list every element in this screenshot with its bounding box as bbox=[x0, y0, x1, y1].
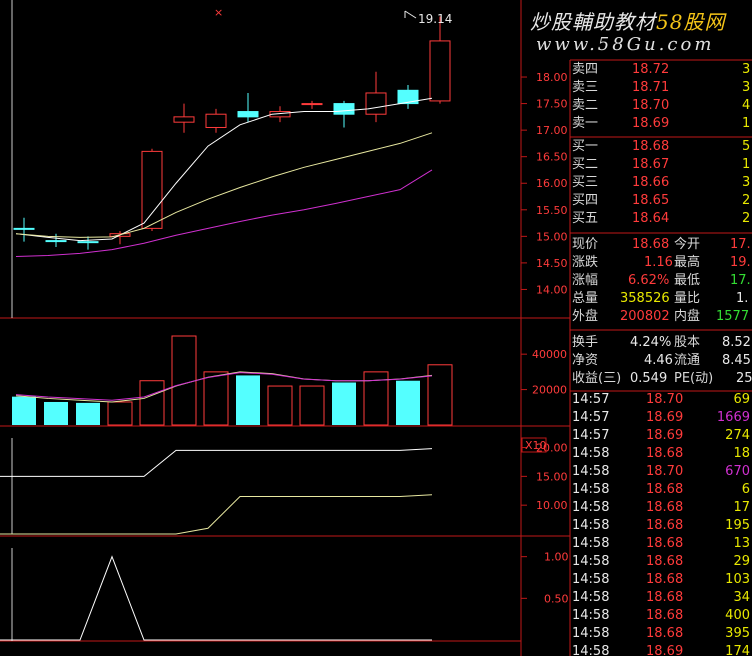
tick-row[interactable]: 14:57 18.69 1669 bbox=[570, 409, 752, 427]
tick-row[interactable]: 14:58 18.68 18 bbox=[570, 445, 752, 463]
volume-bar bbox=[12, 396, 36, 425]
volume-tick-label: 40000 bbox=[532, 348, 567, 361]
volume-bar bbox=[44, 401, 68, 425]
asks-row[interactable]: 卖二 18.70 4 bbox=[570, 97, 752, 115]
indicator2-tick-label: 1.00 bbox=[544, 551, 569, 564]
volume-bar bbox=[267, 385, 293, 426]
indicator2-tick-label: 0.50 bbox=[544, 592, 569, 605]
indicator2-axis: 1.00 0.50 bbox=[521, 551, 569, 605]
price-tick-label: 17.00 bbox=[536, 124, 568, 137]
indicator2-line bbox=[0, 555, 432, 641]
tick-row[interactable]: 14:58 18.68 400 bbox=[570, 607, 752, 625]
tick-row[interactable]: 14:58 18.68 13 bbox=[570, 535, 752, 553]
volume-bar bbox=[299, 385, 325, 426]
volume-bar bbox=[396, 380, 420, 425]
candle bbox=[77, 236, 99, 250]
quote-panel: 现价 18.68 今开 17. 涨跌 1.16 最高 19. 涨幅 6.62% 最低 17. 总量… bbox=[572, 237, 751, 324]
indicator1-line-a bbox=[0, 448, 433, 477]
indicator1-tick-label: 10.00 bbox=[536, 499, 568, 512]
bids-row[interactable]: 买五 18.64 2 bbox=[570, 210, 752, 228]
candle bbox=[429, 16, 451, 104]
bids-row[interactable]: 买四 18.65 2 bbox=[570, 192, 752, 210]
volume-axis: 40000 20000 bbox=[521, 348, 567, 397]
watermark-url: www.58Gu.com bbox=[536, 34, 715, 55]
volume-bar bbox=[203, 371, 229, 426]
price-change-pct: 6.62% bbox=[628, 273, 670, 288]
watermark-title: 炒股輔助教材58股网 bbox=[530, 10, 726, 34]
tick-list[interactable]: 14:57 18.70 69 14:57 18.69 1669 14:57 18.69 274 1… bbox=[570, 391, 752, 656]
tick-row[interactable]: 14:58 18.68 195 bbox=[570, 517, 752, 535]
price-tick-label: 17.50 bbox=[536, 98, 568, 111]
price-tick-label: 16.50 bbox=[536, 151, 568, 164]
ma-long-line bbox=[15, 169, 433, 258]
volume-bar bbox=[171, 335, 197, 426]
ask-book: 卖四 18.72 3 卖三 18.71 3 卖二 18.70 4 卖一 18.69 1 bbox=[570, 61, 752, 133]
volume-bar bbox=[139, 380, 165, 426]
volume-bar bbox=[76, 402, 100, 425]
volume-bar bbox=[107, 401, 133, 426]
price-tick-label: 14.50 bbox=[536, 257, 568, 270]
fundamentals-panel: 换手 4.24% 股本 8.52 净资 4.46 流通 8.45 收益(三) 0.549 PE(… bbox=[572, 335, 752, 386]
bids-row[interactable]: 买二 18.67 1 bbox=[570, 156, 752, 174]
asks-row[interactable]: 卖四 18.72 3 bbox=[570, 61, 752, 79]
asks-row[interactable]: 卖三 18.71 3 bbox=[570, 79, 752, 97]
price-tick-label: 15.50 bbox=[536, 204, 568, 217]
total-volume: 358526 bbox=[620, 291, 670, 306]
price-axis: 18.00 17.50 17.00 16.50 16.00 15.50 15.00 14.50… bbox=[521, 71, 568, 296]
tick-row[interactable]: 14:58 18.68 395 bbox=[570, 625, 752, 643]
asks-row[interactable]: 卖一 18.69 1 bbox=[570, 115, 752, 133]
candle bbox=[13, 217, 35, 242]
candlestick-series bbox=[13, 16, 451, 250]
candle bbox=[141, 148, 163, 232]
tick-row[interactable]: 14:58 18.68 103 bbox=[570, 571, 752, 589]
candle bbox=[173, 103, 195, 133]
price-change: 1.16 bbox=[644, 255, 673, 270]
outer-volume: 200802 bbox=[620, 309, 670, 324]
price-tick-label: 18.00 bbox=[536, 71, 568, 84]
volume-unit-label: X10 bbox=[525, 439, 547, 452]
volume-bar bbox=[427, 364, 453, 426]
indicator1-tick-label: 15.00 bbox=[536, 470, 568, 483]
bids-row[interactable]: 买一 18.68 5 bbox=[570, 138, 752, 156]
tick-row[interactable]: 14:57 18.69 274 bbox=[570, 427, 752, 445]
candle bbox=[237, 92, 259, 123]
price-tick-label: 15.00 bbox=[536, 230, 568, 243]
candle bbox=[365, 71, 387, 123]
tick-row[interactable]: 14:58 18.68 17 bbox=[570, 499, 752, 517]
tick-row[interactable]: 14:58 18.69 174 bbox=[570, 643, 752, 656]
bid-book: 买一 18.68 5 买二 18.67 1 买三 18.66 3 买四 18.65 2 买五 18.64 2 bbox=[570, 138, 752, 228]
tick-row[interactable]: 14:58 18.68 34 bbox=[570, 589, 752, 607]
price-tick-label: 16.00 bbox=[536, 177, 568, 190]
tick-row[interactable]: 14:58 18.68 6 bbox=[570, 481, 752, 499]
svg-text:×: × bbox=[214, 6, 223, 19]
candle bbox=[333, 100, 355, 128]
tick-row[interactable]: 14:58 18.70 670 bbox=[570, 463, 752, 481]
ma-mid-line bbox=[15, 132, 433, 238]
volume-bar bbox=[332, 382, 356, 425]
high-price-marker: 19.14 bbox=[418, 12, 452, 26]
indicator1-lines bbox=[0, 448, 433, 535]
volume-bar bbox=[236, 375, 260, 425]
current-price: 18.68 bbox=[632, 237, 670, 252]
indicator2-line bbox=[0, 555, 432, 641]
volume-tick-label: 20000 bbox=[532, 384, 567, 397]
price-tick-label: 14.00 bbox=[536, 283, 568, 296]
volume-bars bbox=[12, 335, 453, 426]
candle bbox=[45, 233, 67, 247]
candle bbox=[397, 85, 419, 109]
indicator1-line-b bbox=[0, 494, 433, 535]
candle bbox=[205, 108, 227, 133]
tick-row[interactable]: 14:57 18.70 69 bbox=[570, 391, 752, 409]
tick-row[interactable]: 14:58 18.68 29 bbox=[570, 553, 752, 571]
candle bbox=[301, 100, 323, 109]
bids-row[interactable]: 买三 18.66 3 bbox=[570, 174, 752, 192]
